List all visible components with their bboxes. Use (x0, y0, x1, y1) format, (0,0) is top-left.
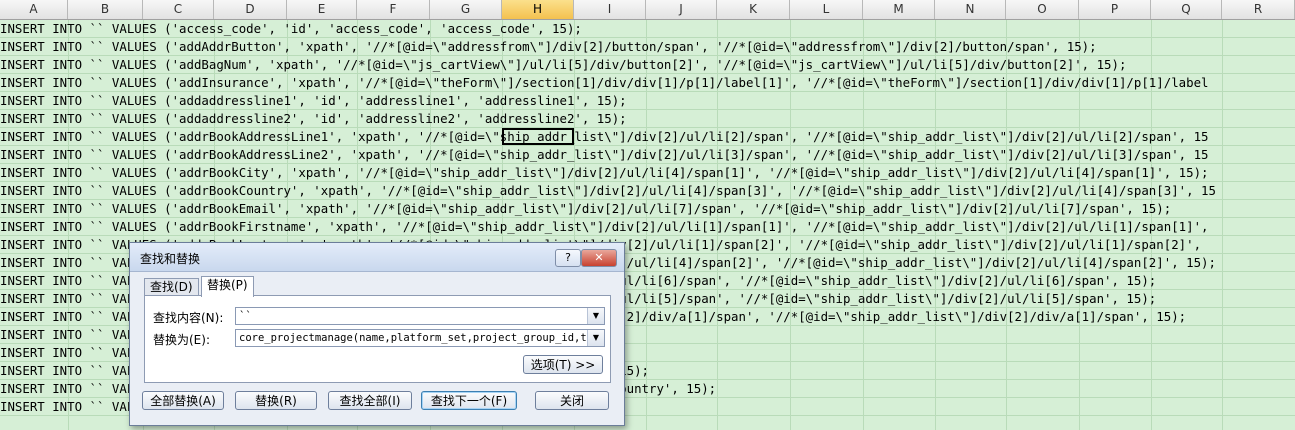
find-input-value[interactable]: `` (239, 308, 586, 324)
column-header-a[interactable]: A (0, 0, 68, 19)
sheet-row[interactable]: INSERT INTO `` VALUES ('addBagNum', 'xpa… (0, 56, 1295, 74)
sheet-row[interactable]: INSERT INTO `` VALUES ('addInsurance', '… (0, 74, 1295, 92)
tab-replace[interactable]: 替换(P) (201, 276, 254, 297)
column-header-g[interactable]: G (430, 0, 502, 19)
find-replace-dialog: 查找和替换 ? ✕ 查找(D) 替换(P) 查找内容(N): `` ▼ 替换为(… (129, 242, 625, 426)
column-header-k[interactable]: K (717, 0, 790, 19)
chevron-down-icon[interactable]: ▼ (587, 330, 604, 346)
sheet-row[interactable]: INSERT INTO `` VALUES ('addrBookCity', '… (0, 164, 1295, 182)
column-header-d[interactable]: D (214, 0, 287, 19)
replace-input-value[interactable]: core_projectmanage(name,platform_set,pro… (239, 330, 586, 346)
sheet-row[interactable]: INSERT INTO `` VALUES ('addrBookAddressL… (0, 146, 1295, 164)
column-header-h[interactable]: H (502, 0, 574, 19)
column-header-e[interactable]: E (287, 0, 357, 19)
help-button[interactable]: ? (555, 249, 581, 267)
column-header-q[interactable]: Q (1151, 0, 1222, 19)
replace-button[interactable]: 替换(R) (235, 391, 317, 410)
column-header-r[interactable]: R (1222, 0, 1295, 19)
sheet-row[interactable]: INSERT INTO `` VALUES ('addrBookCountry'… (0, 182, 1295, 200)
find-input[interactable]: `` ▼ (235, 307, 605, 325)
column-header-n[interactable]: N (935, 0, 1006, 19)
dialog-close-button[interactable]: 关闭 (535, 391, 609, 410)
chevron-down-icon[interactable]: ▼ (587, 308, 604, 324)
replace-all-button[interactable]: 全部替换(A) (142, 391, 224, 410)
find-label: 查找内容(N): (153, 311, 224, 325)
find-all-button[interactable]: 查找全部(I) (328, 391, 412, 410)
close-window-button[interactable]: ✕ (581, 249, 617, 267)
tab-find[interactable]: 查找(D) (144, 278, 199, 296)
sheet-row[interactable]: INSERT INTO `` VALUES ('addrBookFirstnam… (0, 218, 1295, 236)
column-header-m[interactable]: M (863, 0, 935, 19)
column-header-o[interactable]: O (1006, 0, 1079, 19)
column-header-l[interactable]: L (790, 0, 863, 19)
replace-input[interactable]: core_projectmanage(name,platform_set,pro… (235, 329, 605, 347)
column-header-j[interactable]: J (646, 0, 717, 19)
options-button[interactable]: 选项(T) >> (523, 355, 603, 374)
replace-panel: 查找内容(N): `` ▼ 替换为(E): core_projectmanage… (144, 295, 611, 383)
dialog-title: 查找和替换 (140, 252, 201, 266)
replace-label: 替换为(E): (153, 333, 210, 347)
column-header-i[interactable]: I (574, 0, 646, 19)
sheet-row[interactable]: INSERT INTO `` VALUES ('addrBookEmail', … (0, 200, 1295, 218)
sheet-row[interactable]: INSERT INTO `` VALUES ('addAddrButton', … (0, 38, 1295, 56)
sheet-row[interactable]: INSERT INTO `` VALUES ('access_code', 'i… (0, 20, 1295, 38)
find-next-button[interactable]: 查找下一个(F) (421, 391, 517, 410)
column-header-c[interactable]: C (143, 0, 214, 19)
column-header-bar: ABCDEFGHIJKLMNOPQR (0, 0, 1295, 20)
sheet-row[interactable]: INSERT INTO `` VALUES ('addrBookAddressL… (0, 128, 1295, 146)
column-header-f[interactable]: F (357, 0, 430, 19)
dialog-titlebar[interactable]: 查找和替换 ? ✕ (130, 243, 624, 272)
column-header-b[interactable]: B (68, 0, 143, 19)
sheet-row[interactable]: INSERT INTO `` VALUES ('addaddressline2'… (0, 110, 1295, 128)
column-header-p[interactable]: P (1079, 0, 1151, 19)
sheet-row[interactable]: INSERT INTO `` VALUES ('addaddressline1'… (0, 92, 1295, 110)
